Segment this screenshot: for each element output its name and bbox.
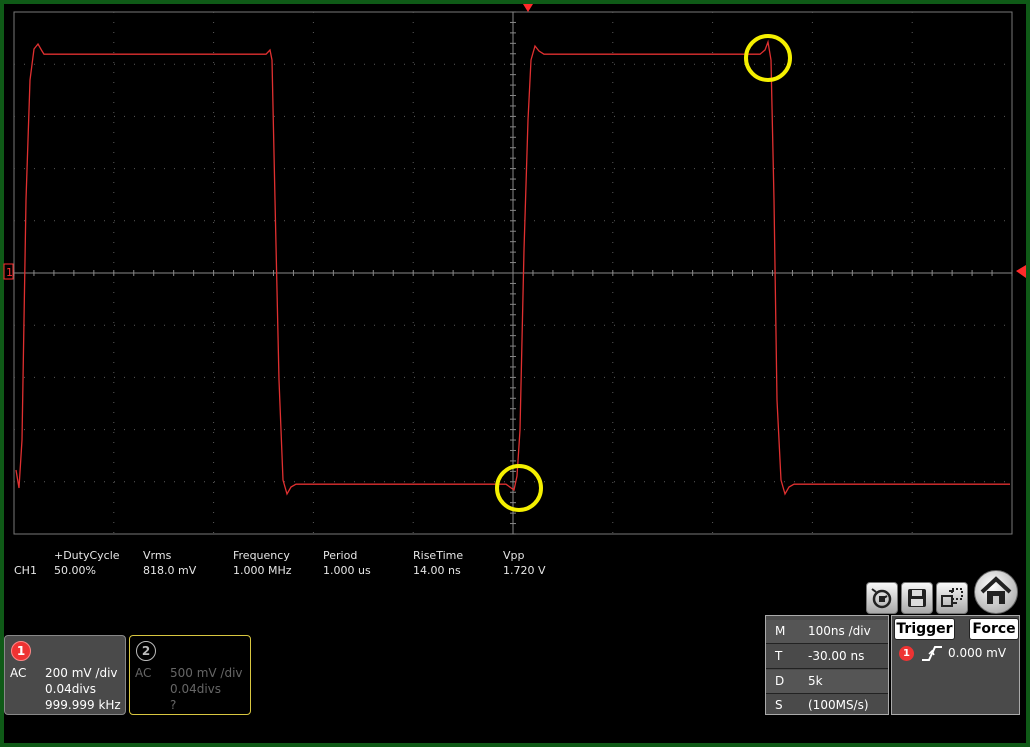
timebase-scale: 100ns /div — [808, 624, 871, 638]
measure-risetime-label: RiseTime — [413, 549, 464, 562]
auto-scale-button[interactable] — [866, 582, 898, 614]
measure-frequency-value: 1.000 MHz — [233, 564, 292, 577]
channel1-badge: 1 — [11, 641, 31, 661]
graticule-grid — [13, 11, 1013, 535]
channel2-badge: 2 — [136, 641, 156, 661]
measure-period-label: Period — [323, 549, 358, 562]
channel1-scale: 200 mV /div — [45, 666, 118, 680]
rising-edge-icon — [922, 646, 942, 661]
channel1-panel[interactable]: 1 AC 200 mV /div 0.04divs 999.999 kHz — [4, 635, 126, 715]
highlight-circle-bottom — [495, 464, 543, 512]
force-button[interactable]: Force — [969, 618, 1019, 640]
home-icon — [980, 576, 1012, 604]
measure-vpp-label: Vpp — [503, 549, 525, 562]
channel2-offset: 0.04divs — [170, 682, 222, 696]
measure-frequency-label: Frequency — [233, 549, 290, 562]
trigger-level-marker — [1016, 265, 1026, 278]
measure-risetime-value: 14.00 ns — [413, 564, 461, 577]
trigger-position-marker — [523, 4, 533, 12]
measure-period-value: 1.000 us — [323, 564, 371, 577]
measure-dutycycle-value: 50.00% — [54, 564, 96, 577]
timebase-row-depth[interactable]: D 5k — [766, 670, 888, 694]
timebase-key: M — [775, 624, 786, 638]
save-button[interactable] — [901, 582, 933, 614]
channel1-marker-label: 1 — [6, 266, 13, 279]
timebase-panel[interactable]: M 100ns /div T -30.00 ns D 5k S (100MS/s… — [765, 615, 889, 715]
channel2-panel[interactable]: 2 AC 500 mV /div 0.04divs ? — [129, 635, 251, 715]
home-button[interactable] — [974, 570, 1018, 614]
measure-dutycycle-label: +DutyCycle — [54, 549, 120, 562]
channel1-frequency: 999.999 kHz — [45, 698, 121, 712]
channel2-coupling: AC — [135, 666, 152, 680]
depth-key: D — [775, 674, 785, 688]
trigger-button[interactable]: Trigger — [894, 618, 955, 640]
samplerate-key: S — [775, 698, 783, 712]
channel1-offset: 0.04divs — [45, 682, 97, 696]
trigger-time-value: -30.00 ns — [808, 649, 865, 663]
timebase-row-trigger-time[interactable]: T -30.00 ns — [766, 645, 888, 669]
trigger-time-key: T — [775, 649, 783, 663]
channel2-scale: 500 mV /div — [170, 666, 243, 680]
auto-scale-icon — [871, 588, 892, 609]
depth-value: 5k — [808, 674, 823, 688]
measure-vrms-label: Vrms — [143, 549, 172, 562]
timebase-row-samplerate[interactable]: S (100MS/s) — [766, 694, 888, 717]
measurement-channel: CH1 — [14, 564, 37, 577]
measure-vpp-value: 1.720 V — [503, 564, 546, 577]
channel2-frequency: ? — [170, 698, 177, 712]
save-icon — [908, 589, 926, 607]
display-mode-button[interactable] — [936, 582, 968, 614]
display-mode-icon — [941, 588, 963, 607]
channel1-coupling: AC — [10, 666, 27, 680]
timebase-row-main[interactable]: M 100ns /div — [766, 620, 888, 644]
measure-vrms-value: 818.0 mV — [143, 564, 197, 577]
samplerate-value: (100MS/s) — [808, 698, 869, 712]
trigger-level: 0.000 mV — [948, 646, 1007, 660]
trigger-panel[interactable]: Trigger Force 1 0.000 mV — [891, 615, 1020, 715]
trigger-source-badge: 1 — [899, 646, 914, 661]
